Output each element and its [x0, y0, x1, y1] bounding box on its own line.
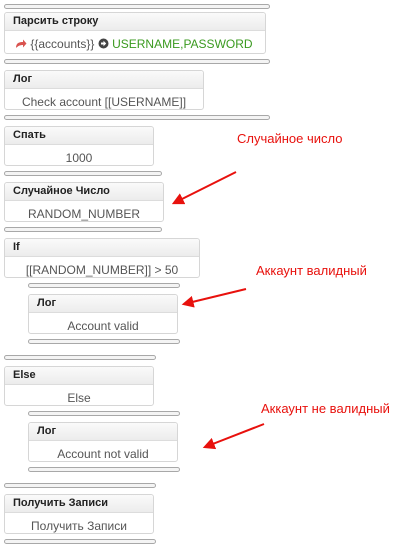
annotation-arrows: [171, 171, 265, 450]
red-arrow-icon: [202, 423, 265, 450]
red-arrow-icon: [171, 171, 237, 205]
red-arrow-icon: [181, 288, 247, 308]
